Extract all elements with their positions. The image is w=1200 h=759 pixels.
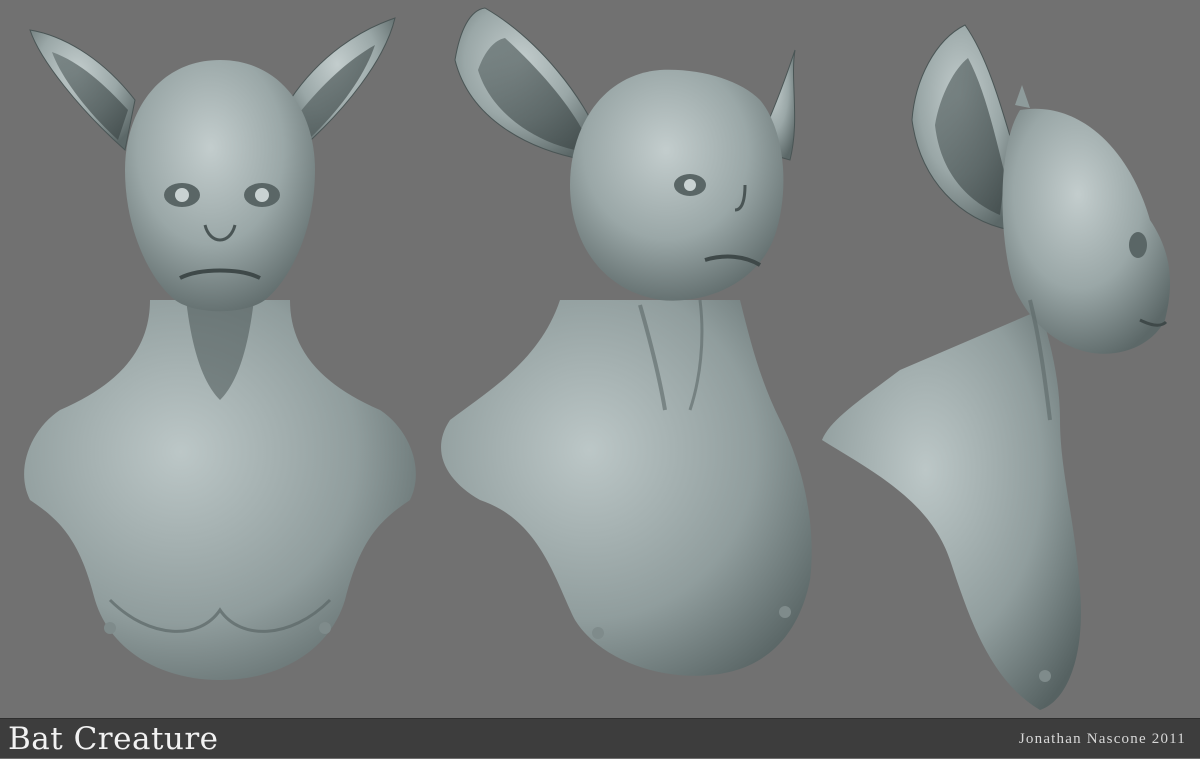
three-quarter-view-bust <box>441 7 812 676</box>
caption-bar: Bat Creature Jonathan Nascone 2011 <box>0 718 1200 758</box>
front-view-bust <box>24 17 416 680</box>
sculpt-renders <box>24 7 1170 710</box>
render-canvas: Bat Creature Jonathan Nascone 2011 <box>0 0 1200 758</box>
artwork-title: Bat Creature <box>8 721 219 757</box>
artist-credit: Jonathan Nascone 2011 <box>1018 731 1186 747</box>
side-view-bust <box>822 24 1170 710</box>
